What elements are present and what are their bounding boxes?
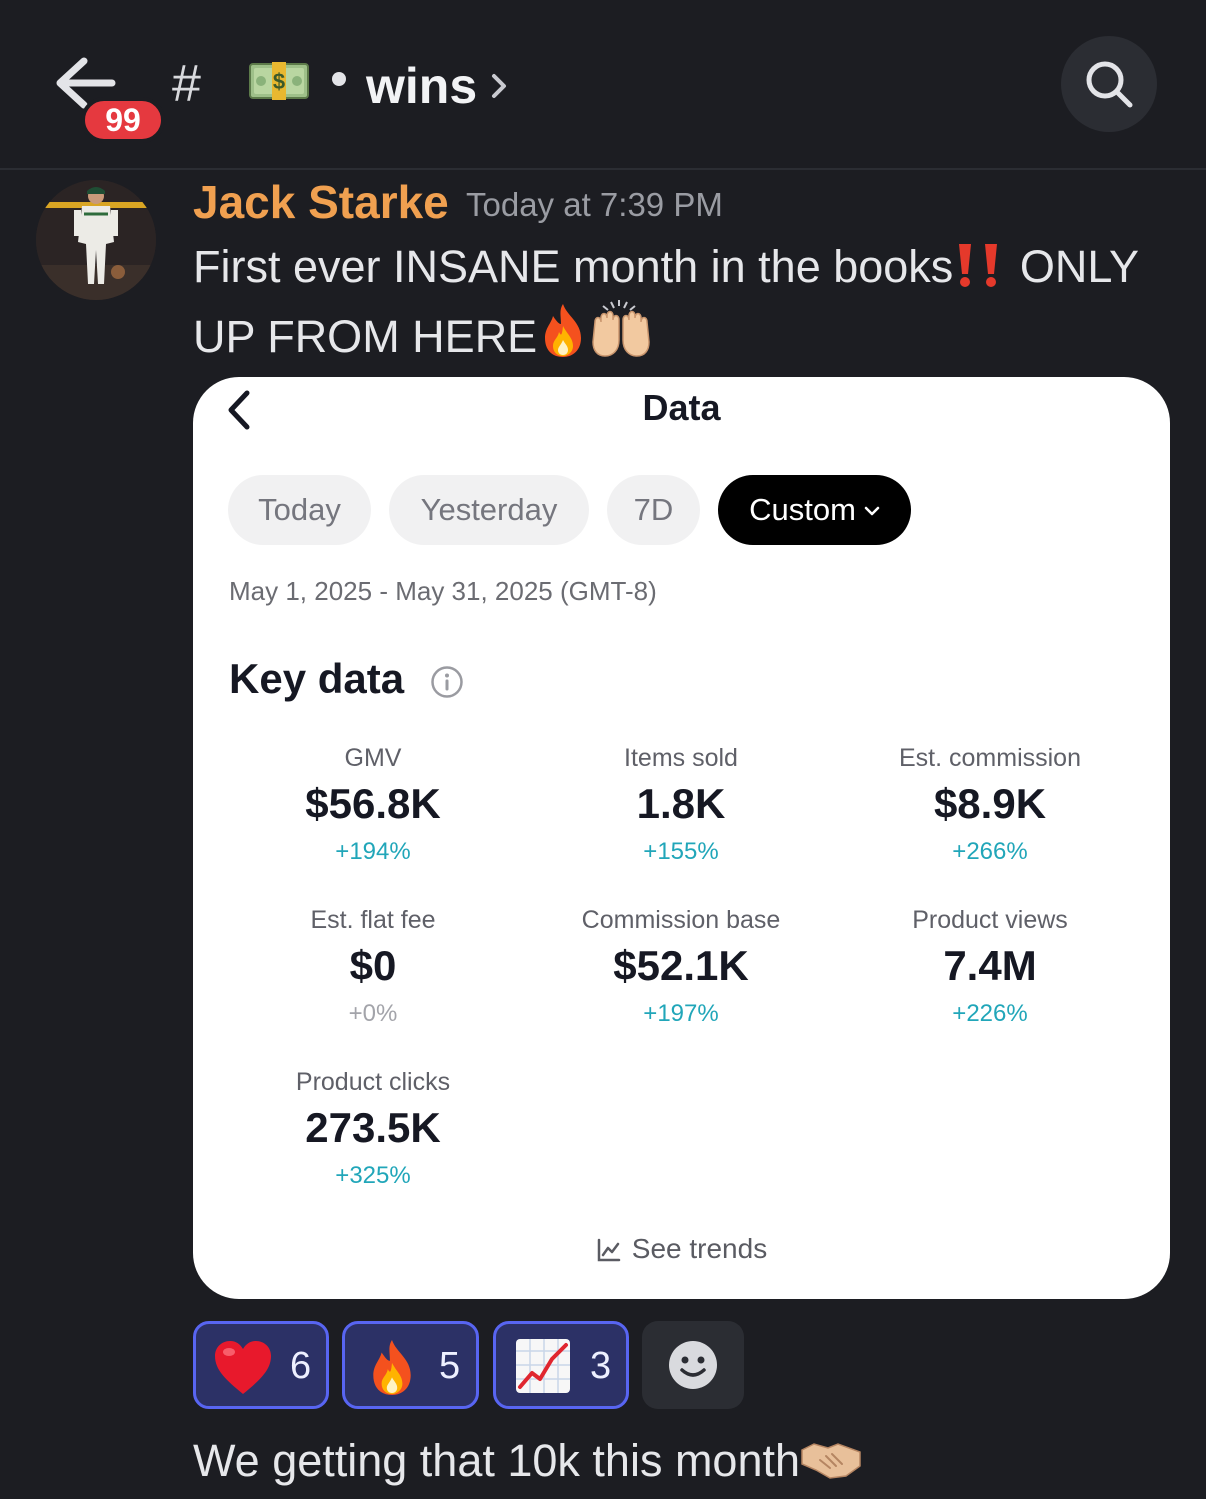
raising-hands-icon <box>592 300 650 357</box>
tab-custom: Custom <box>718 475 911 545</box>
metric-items-sold: Items sold 1.8K +155% <box>531 741 831 869</box>
metric-product-views: Product views 7.4M +226% <box>840 903 1140 1031</box>
separator-dot <box>332 72 346 86</box>
metric-change: +226% <box>952 1000 1028 1027</box>
metric-label: Est. flat fee <box>310 906 436 934</box>
metric-value: 273.5K <box>305 1104 441 1151</box>
metric-label: Est. commission <box>899 744 1081 772</box>
svg-text:$: $ <box>273 69 285 94</box>
money-bag-icon: $ <box>249 62 309 100</box>
reaction-chart[interactable]: 3 <box>493 1321 629 1409</box>
metric-label: Product views <box>912 906 1068 934</box>
search-button[interactable] <box>1061 36 1157 132</box>
metric-product-clicks: Product clicks 273.5K +325% <box>223 1065 523 1193</box>
reaction-heart[interactable]: 6 <box>193 1321 329 1409</box>
message-author[interactable]: Jack Starke <box>193 174 449 230</box>
tab-yesterday: Yesterday <box>389 475 589 545</box>
channel-hash-icon: # <box>172 55 201 113</box>
tab-7d: 7D <box>607 475 700 545</box>
key-data-title: Key data <box>229 655 405 702</box>
trend-chart-icon <box>597 1238 621 1262</box>
message-text-part-1: First ever INSANE month in the books <box>193 241 954 292</box>
see-trends-link: See trends <box>193 1229 1170 1269</box>
see-trends-label: See trends <box>631 1233 768 1264</box>
metric-gmv: GMV $56.8K +194% <box>223 741 523 869</box>
reaction-count: 5 <box>439 1345 461 1387</box>
metric-label: Items sold <box>624 744 738 772</box>
metric-change: +266% <box>952 838 1028 865</box>
smiley-face-icon <box>669 1341 717 1389</box>
metric-est-flat-fee: Est. flat fee $0 +0% <box>223 903 523 1031</box>
metric-value: $52.1K <box>613 942 749 989</box>
metric-value: 1.8K <box>636 780 726 827</box>
handshake-icon <box>801 1443 861 1479</box>
metric-value: $0 <box>349 942 397 989</box>
tab-custom-label: Custom <box>749 492 856 527</box>
metric-est-commission: Est. commission $8.9K +266% <box>840 741 1140 869</box>
metric-commission-base: Commission base $52.1K +197% <box>531 903 831 1031</box>
message-timestamp: Today at 7:39 PM <box>466 186 723 223</box>
metric-change: +0% <box>348 1000 398 1027</box>
avatar[interactable] <box>36 180 156 300</box>
chevron-down-icon <box>864 506 880 516</box>
metric-change: +197% <box>643 1000 719 1027</box>
unread-count-badge: 99 <box>81 97 165 143</box>
double-exclamation-icon <box>959 244 998 287</box>
card-title: Data <box>642 387 721 428</box>
metric-change: +194% <box>335 838 411 865</box>
metric-change: +325% <box>335 1162 411 1189</box>
metric-label: Commission base <box>581 906 781 934</box>
metric-label: Product clicks <box>295 1068 451 1096</box>
chart-increasing-icon <box>516 1339 570 1393</box>
metric-value: 7.4M <box>943 942 1037 989</box>
reaction-count: 3 <box>590 1345 612 1387</box>
chevron-right-icon[interactable] <box>488 70 510 102</box>
avatar-baseball-player-image <box>36 180 156 300</box>
tab-today: Today <box>228 475 371 545</box>
metric-value: $56.8K <box>305 780 441 827</box>
search-icon <box>1086 61 1133 108</box>
date-range: May 1, 2025 - May 31, 2025 (GMT-8) <box>229 576 657 606</box>
info-icon <box>431 666 463 698</box>
next-message-content: We getting that 10k this month <box>193 1430 862 1492</box>
reaction-fire[interactable]: 5 <box>342 1321 479 1409</box>
metric-label: GMV <box>344 744 402 772</box>
analytics-screenshot-card[interactable]: Data Today Yesterday 7D Custom May 1, 20… <box>193 377 1170 1299</box>
message-content: First ever INSANE month in the books ONL… <box>193 236 1173 368</box>
add-reaction-button[interactable] <box>642 1321 744 1409</box>
metric-change: +155% <box>643 838 719 865</box>
channel-header: 99 # $ wins <box>0 0 1206 170</box>
metric-value: $8.9K <box>933 780 1047 827</box>
reaction-count: 6 <box>290 1345 312 1387</box>
fire-icon <box>545 304 582 357</box>
red-heart-icon <box>215 1341 271 1394</box>
fire-icon <box>373 1340 411 1396</box>
next-message-text: We getting that 10k this month <box>193 1435 801 1486</box>
channel-name[interactable]: wins <box>366 56 477 116</box>
